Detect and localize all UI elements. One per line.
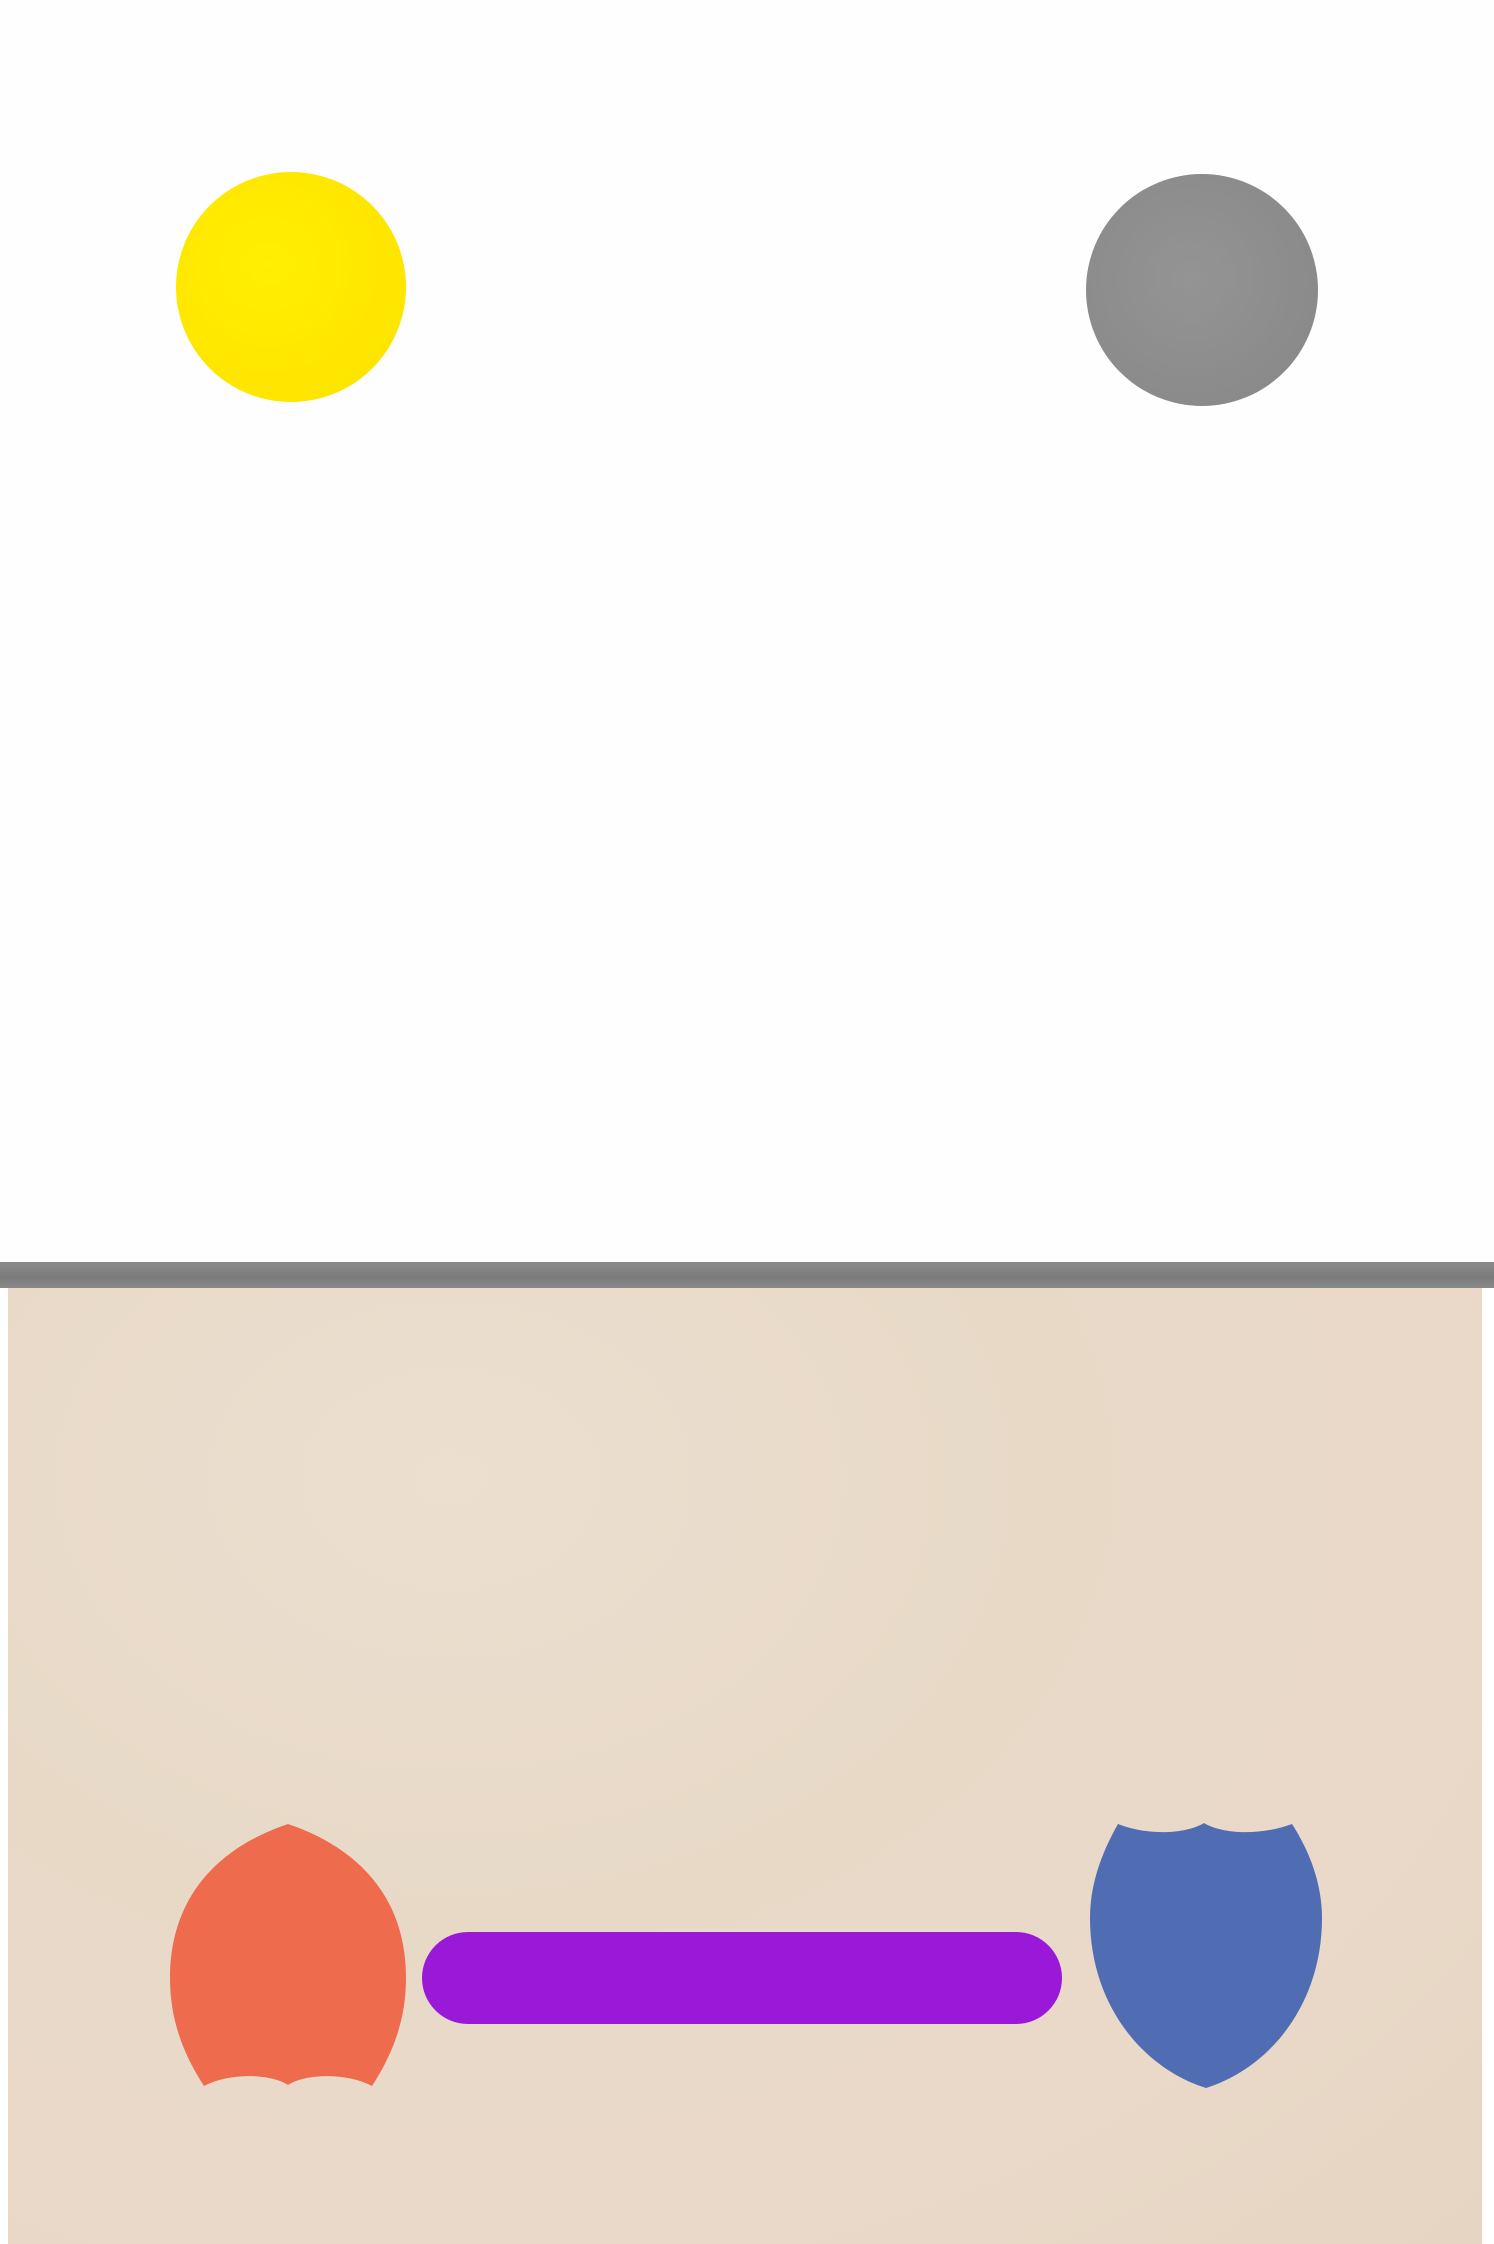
ground-area: [8, 1288, 1482, 2244]
blue-blob[interactable]: [1090, 1823, 1322, 2088]
orange-blob[interactable]: [170, 1824, 406, 2086]
ground-rail: [0, 1262, 1494, 1288]
gray-ball[interactable]: [1086, 174, 1318, 406]
yellow-ball[interactable]: [176, 172, 406, 402]
purple-bar[interactable]: [422, 1932, 1062, 2024]
ground-pieces: [170, 1823, 1322, 2088]
sky-area: [0, 0, 1494, 1262]
